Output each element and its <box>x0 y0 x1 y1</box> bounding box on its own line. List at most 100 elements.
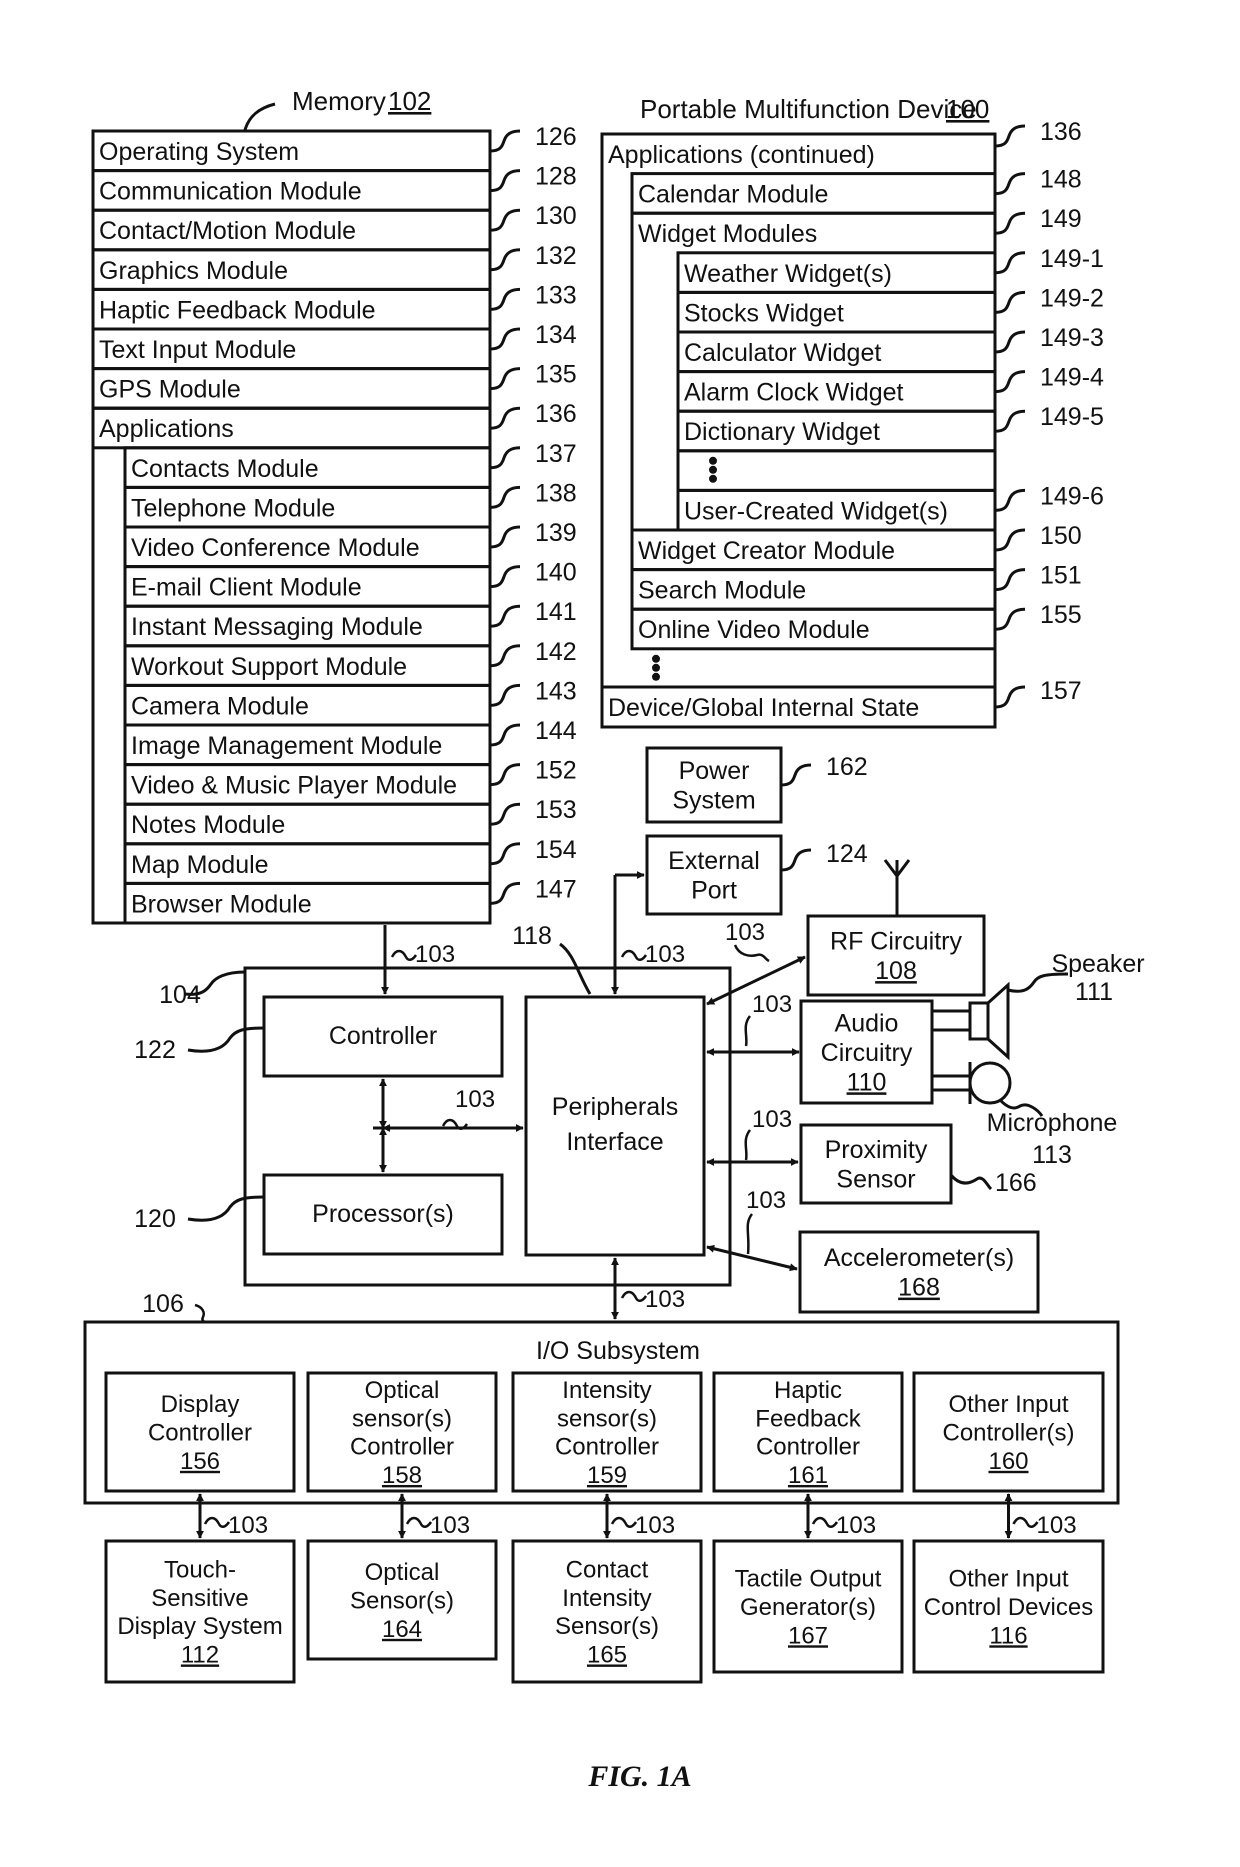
controller-leader <box>187 1026 265 1053</box>
application-module-label: Browser Module <box>131 890 312 918</box>
ref-leader <box>489 327 521 351</box>
application-module-ref: 139 <box>535 519 577 547</box>
io-controller-box-label: Intensity <box>562 1377 651 1404</box>
io-device-box-label: Sensor(s) <box>555 1613 659 1640</box>
bus-squiggle <box>1012 1516 1039 1528</box>
memory-row-ref: 130 <box>535 202 577 230</box>
calendar-module-label: Calendar Module <box>638 181 828 209</box>
ellipsis-dot <box>652 672 660 681</box>
widget-label: Dictionary Widget <box>684 418 880 446</box>
memory-row-ref: 135 <box>535 361 577 389</box>
bus-squiggle <box>733 944 770 963</box>
widget-ref: 149-3 <box>1040 324 1104 352</box>
ref-leader <box>489 565 521 589</box>
ref-leader <box>994 568 1026 592</box>
ref-leader <box>489 406 521 430</box>
application-module-label: Map Module <box>131 851 269 879</box>
global-state-label: Device/Global Internal State <box>608 694 919 722</box>
ref-leader <box>489 485 521 509</box>
speaker-cone-icon <box>986 981 1010 1061</box>
io-device-box-label: Other Input <box>948 1566 1068 1593</box>
ref-leader <box>489 287 521 311</box>
external-port-box-label: Port <box>691 877 737 905</box>
widget-modules-ref: 149 <box>1040 205 1082 233</box>
bus-squiggle <box>405 1516 433 1528</box>
io-controller-box-label: Controller <box>350 1434 454 1461</box>
io-leader <box>194 1303 210 1324</box>
ref-leader <box>489 129 521 153</box>
io-device-box-number: 165 <box>587 1641 627 1668</box>
io-device-box-label: Contact <box>566 1557 649 1584</box>
io-subsystem-title: I/O Subsystem <box>536 1337 700 1365</box>
memory-ref: 102 <box>388 86 431 116</box>
proximity-leader <box>949 1173 993 1191</box>
processor-ref: 120 <box>134 1205 176 1233</box>
peripherals-interface-box <box>524 995 706 1257</box>
memory-leader <box>243 102 276 131</box>
memory-row-label: GPS Module <box>99 376 241 404</box>
io-device-box-label: Generator(s) <box>740 1594 876 1621</box>
memory-row-label: Contact/Motion Module <box>99 217 356 245</box>
antenna-icon <box>883 859 911 879</box>
io-controller-box-number: 156 <box>180 1448 220 1475</box>
memory-row-ref: 132 <box>535 242 577 270</box>
module-label: Search Module <box>638 577 806 605</box>
bus-ref: 103 <box>746 1187 786 1214</box>
core-ref: 104 <box>159 981 201 1009</box>
application-module-ref: 152 <box>535 757 577 785</box>
ellipsis-dot <box>709 465 717 474</box>
bus-squiggle <box>203 1516 231 1528</box>
speaker-ref: 111 <box>1075 978 1113 1006</box>
io-controller-box-label: sensor(s) <box>352 1405 452 1432</box>
io-device-box-label: Tactile Output <box>735 1566 882 1593</box>
io-controller-box-label: Optical <box>365 1377 440 1404</box>
power-system-box-label: Power <box>679 757 750 785</box>
io-device-box-label: Touch- <box>164 1557 236 1584</box>
proximity-sensor-box-label: Proximity <box>825 1136 928 1164</box>
io-device-box-label: Intensity <box>562 1585 651 1612</box>
ref-leader <box>489 446 521 470</box>
application-module-label: Instant Messaging Module <box>131 613 423 641</box>
memory-row-label: Text Input Module <box>99 336 296 364</box>
io-device-box-label: Sensitive <box>151 1585 248 1612</box>
application-module-label: Image Management Module <box>131 732 442 760</box>
application-module-ref: 153 <box>535 796 577 824</box>
io-controller-box-label: Controller <box>756 1434 860 1461</box>
widget-ref: 149-4 <box>1040 364 1104 392</box>
ref-leader <box>994 124 1026 148</box>
rf-circuitry-box-label: RF Circuitry <box>830 928 962 956</box>
ref-leader <box>489 248 521 272</box>
proximity-sensor-ref: 166 <box>995 1169 1037 1197</box>
bus-ref: 103 <box>455 1086 495 1113</box>
bus-ref: 103 <box>645 1286 685 1313</box>
device-ref: 100 <box>946 94 989 124</box>
widget-ellipsis-row <box>676 449 997 492</box>
widget-label: Alarm Clock Widget <box>684 379 904 407</box>
external-port-box-label: External <box>668 847 760 875</box>
ref-leader <box>489 763 521 787</box>
bus-squiggle <box>744 1015 752 1047</box>
processor-leader <box>187 1195 265 1222</box>
ref-leader <box>994 330 1026 354</box>
application-module-ref: 154 <box>535 836 577 864</box>
application-module-ref: 138 <box>535 479 577 507</box>
io-controller-box-label: Controller <box>148 1419 252 1446</box>
io-device-box-label: Control Devices <box>924 1594 1093 1621</box>
bus-ref: 103 <box>415 941 455 968</box>
ref-leader <box>489 169 521 193</box>
bus-ref: 103 <box>645 941 685 968</box>
global-state-ref: 157 <box>1040 677 1082 705</box>
apps-continued-ref: 136 <box>1040 118 1082 146</box>
widget-ref: 149-6 <box>1040 482 1104 510</box>
application-module-ref: 142 <box>535 638 577 666</box>
ref-leader <box>780 763 812 787</box>
ref-leader <box>489 723 521 747</box>
peripherals-interface-ref: 118 <box>512 922 552 950</box>
microphone-ref: 113 <box>1032 1141 1072 1169</box>
module-ref: 155 <box>1040 601 1082 629</box>
ref-leader <box>489 525 521 549</box>
accelerometer-box-number: 168 <box>898 1274 940 1302</box>
module-ref: 151 <box>1040 562 1082 590</box>
application-module-ref: 143 <box>535 677 577 705</box>
application-module-ref: 144 <box>535 717 577 745</box>
